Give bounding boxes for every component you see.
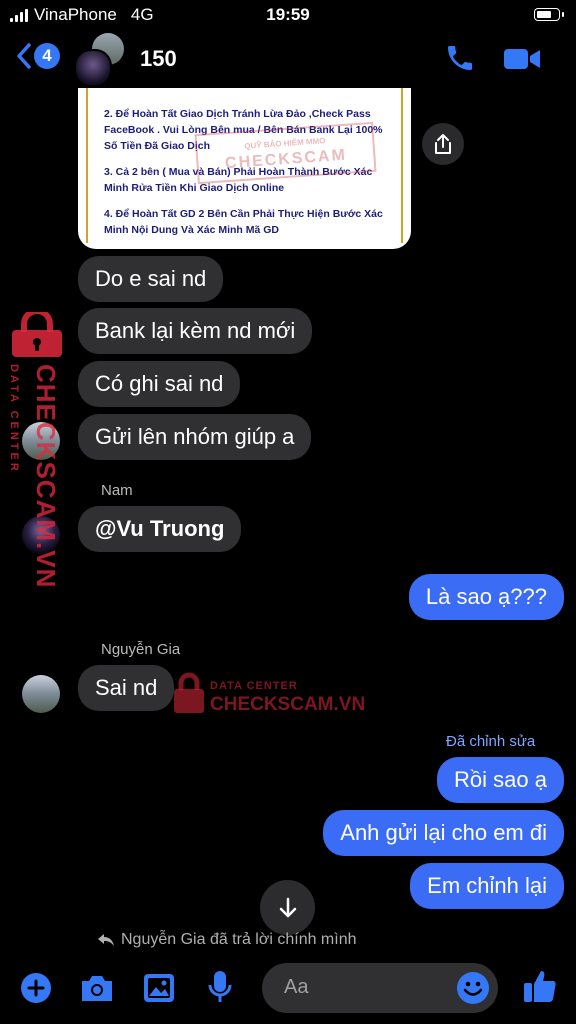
voice-record-button[interactable] bbox=[207, 970, 233, 1009]
reply-indicator: Nguyễn Gia đã trả lời chính mình bbox=[97, 931, 357, 949]
chevron-left-icon bbox=[17, 43, 31, 69]
message-bubble-incoming[interactable]: Gửi lên nhóm giúp a bbox=[78, 414, 312, 460]
composer-bar: Aa bbox=[0, 960, 576, 1024]
image-text-line: 4. Để Hoàn Tất GD 2 Bên Cần Phải Thực Hi… bbox=[104, 208, 383, 236]
like-button[interactable] bbox=[522, 968, 558, 1009]
plus-circle-icon bbox=[21, 973, 51, 1003]
watermark-text: CHECKSCAM.VN bbox=[210, 694, 366, 715]
share-button[interactable] bbox=[422, 123, 464, 165]
edited-label: Đã chỉnh sửa bbox=[446, 733, 536, 750]
group-avatar[interactable] bbox=[74, 33, 126, 87]
watermark-text: DATA CENTER bbox=[8, 364, 20, 474]
chat-header: 4 150 bbox=[0, 30, 576, 88]
message-bubble-outgoing[interactable]: Rồi sao ạ bbox=[437, 757, 564, 803]
unread-count-badge: 4 bbox=[34, 43, 60, 69]
clock: 19:59 bbox=[266, 5, 310, 24]
card-border bbox=[86, 88, 88, 243]
video-camera-icon bbox=[504, 49, 540, 69]
sender-name: Nguyễn Gia bbox=[101, 641, 181, 658]
camera-button[interactable] bbox=[79, 973, 115, 1008]
video-call-button[interactable] bbox=[503, 45, 541, 78]
gallery-button[interactable] bbox=[142, 972, 176, 1009]
status-bar: VinaPhone 4G 19:59 bbox=[0, 0, 576, 30]
message-bubble-incoming[interactable]: Có ghi sai nd bbox=[78, 361, 241, 407]
message-bubble-outgoing[interactable]: Em chỉnh lại bbox=[410, 863, 564, 909]
microphone-icon bbox=[208, 971, 232, 1002]
message-input[interactable]: Aa bbox=[262, 963, 498, 1013]
message-bubble-incoming[interactable]: Sai nd bbox=[78, 665, 175, 711]
card-border bbox=[401, 88, 403, 243]
lock-icon bbox=[174, 672, 204, 713]
thumbs-up-icon bbox=[524, 971, 556, 1002]
checkscam-watermark: DATA CENTER CHECKSCAM.VN bbox=[172, 672, 372, 718]
camera-icon bbox=[82, 976, 112, 1001]
more-actions-button[interactable] bbox=[20, 972, 52, 1009]
message-bubble-incoming[interactable]: Bank lại kèm nd mới bbox=[78, 308, 313, 354]
member-avatar bbox=[74, 49, 112, 87]
lock-icon bbox=[12, 312, 62, 357]
message-bubble-outgoing[interactable]: Là sao ạ??? bbox=[408, 574, 564, 620]
chat-title[interactable]: 150 bbox=[140, 46, 177, 72]
sender-avatar[interactable] bbox=[22, 675, 60, 713]
message-bubble-incoming[interactable]: @Vu Truong bbox=[78, 506, 242, 552]
shared-image[interactable]: 2. Để Hoàn Tất Giao Dịch Tránh Lừa Đảo ,… bbox=[78, 88, 411, 249]
arrow-down-icon bbox=[279, 897, 296, 917]
message-bubble-incoming[interactable]: Do e sai nd bbox=[78, 256, 224, 302]
phone-icon bbox=[448, 46, 472, 70]
reply-icon bbox=[98, 934, 114, 946]
scroll-to-bottom-button[interactable] bbox=[260, 880, 315, 935]
reply-text: Nguyễn Gia đã trả lời chính mình bbox=[121, 931, 357, 948]
message-input-placeholder: Aa bbox=[284, 976, 309, 998]
sender-name: Nam bbox=[101, 482, 133, 499]
voice-call-button[interactable] bbox=[444, 42, 476, 79]
back-button[interactable]: 4 bbox=[16, 42, 60, 70]
watermark-text: CHECKSCAM.VN bbox=[31, 364, 61, 589]
battery-icon bbox=[534, 8, 564, 21]
watermark-text: DATA CENTER bbox=[210, 680, 298, 692]
checkscam-watermark: CHECKSCAM.VN DATA CENTER bbox=[4, 312, 64, 588]
image-icon bbox=[144, 974, 174, 1002]
share-icon bbox=[435, 134, 451, 154]
message-bubble-outgoing[interactable]: Anh gửi lại cho em đi bbox=[323, 810, 564, 856]
emoji-icon[interactable] bbox=[456, 971, 490, 1005]
battery-level bbox=[537, 11, 551, 18]
